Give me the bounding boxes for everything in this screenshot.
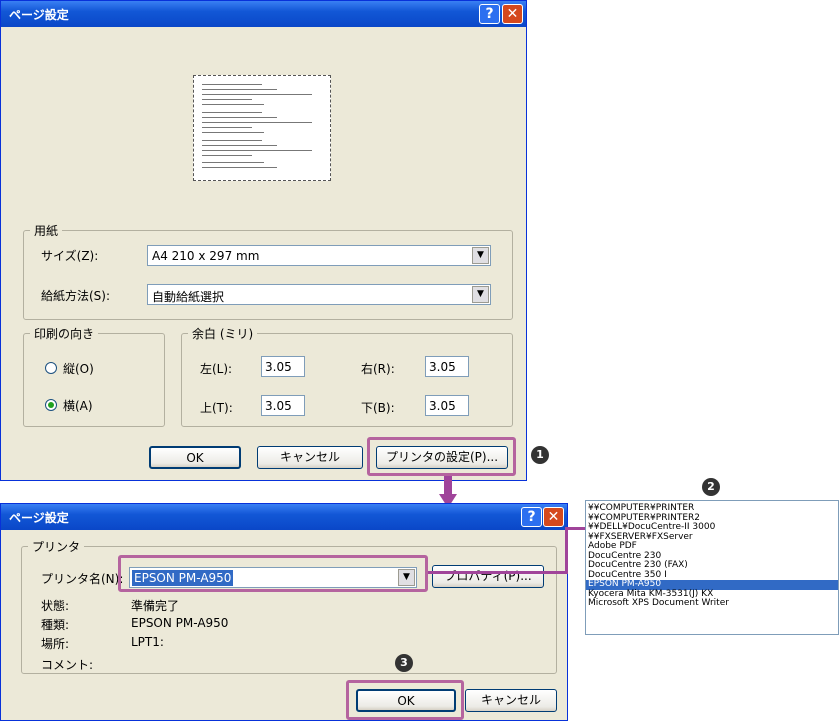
landscape-radio[interactable] bbox=[45, 399, 57, 411]
dialog-title: ページ設定 bbox=[9, 8, 69, 22]
step-2-badge: 2 bbox=[702, 478, 720, 496]
chevron-down-icon[interactable]: ▼ bbox=[472, 286, 489, 303]
bottom-margin-value: 3.05 bbox=[429, 399, 456, 413]
source-label: 給紙方法(S): bbox=[41, 289, 111, 303]
page-setup-printer-dialog: ページ設定 ? ✕ プリンタ プリンタ名(N): EPSON PM-A950 ▼… bbox=[0, 503, 568, 721]
bottom-margin-label: 下(B): bbox=[361, 401, 395, 415]
type-value: EPSON PM-A950 bbox=[131, 616, 229, 630]
location-value: LPT1: bbox=[131, 635, 164, 649]
help-button[interactable]: ? bbox=[479, 4, 500, 24]
ok-highlight bbox=[346, 680, 464, 720]
orientation-legend: 印刷の向き bbox=[30, 325, 99, 342]
paper-source-value: 自動給紙選択 bbox=[152, 290, 225, 304]
paper-size-value: A4 210 x 297 mm bbox=[152, 249, 260, 263]
paper-size-select[interactable]: A4 210 x 297 mm ▼ bbox=[147, 245, 491, 266]
printer-settings-highlight bbox=[367, 437, 516, 476]
right-margin-label: 右(R): bbox=[361, 362, 395, 376]
connector-line-3 bbox=[565, 527, 585, 530]
portrait-label[interactable]: 縦(O) bbox=[63, 360, 94, 377]
orientation-group: 印刷の向き bbox=[23, 325, 165, 427]
top-margin-input[interactable]: 3.05 bbox=[261, 395, 305, 416]
cancel-button-2[interactable]: キャンセル bbox=[465, 689, 557, 712]
location-label: 場所: bbox=[41, 637, 70, 651]
printer-list-item[interactable]: Microsoft XPS Document Writer bbox=[586, 598, 838, 609]
size-label: サイズ(Z): bbox=[41, 249, 99, 263]
paper-source-select[interactable]: 自動給紙選択 ▼ bbox=[147, 284, 491, 305]
paper-group: 用紙 bbox=[23, 222, 513, 320]
close-button-2[interactable]: ✕ bbox=[543, 507, 564, 527]
chevron-down-icon[interactable]: ▼ bbox=[472, 247, 489, 264]
properties-button[interactable]: プロパティ(P)... bbox=[432, 565, 544, 588]
title-bar[interactable]: ページ設定 ? ✕ bbox=[1, 1, 526, 27]
printer-dropdown-list[interactable]: ¥¥COMPUTER¥PRINTER ¥¥COMPUTER¥PRINTER2 ¥¥D… bbox=[585, 500, 839, 635]
top-margin-value: 3.05 bbox=[265, 399, 292, 413]
printer-name-highlight bbox=[118, 555, 428, 592]
type-label: 種類: bbox=[41, 618, 70, 632]
step-1-badge: 1 bbox=[531, 446, 549, 464]
right-margin-input[interactable]: 3.05 bbox=[425, 356, 469, 377]
comment-label: コメント: bbox=[41, 658, 94, 672]
ok-button[interactable]: OK bbox=[149, 446, 241, 469]
portrait-radio[interactable] bbox=[45, 362, 57, 374]
left-margin-input[interactable]: 3.05 bbox=[261, 356, 305, 377]
printer-name-label: プリンタ名(N): bbox=[41, 572, 124, 586]
margins-legend: 余白 (ミリ) bbox=[188, 325, 258, 342]
cancel-button[interactable]: キャンセル bbox=[257, 446, 363, 469]
title-bar-2[interactable]: ページ設定 ? ✕ bbox=[1, 504, 567, 530]
status-value: 準備完了 bbox=[131, 599, 180, 613]
close-button[interactable]: ✕ bbox=[502, 4, 523, 24]
paper-legend: 用紙 bbox=[30, 222, 63, 239]
bottom-margin-input[interactable]: 3.05 bbox=[425, 395, 469, 416]
page-preview bbox=[193, 75, 331, 181]
left-margin-value: 3.05 bbox=[265, 360, 292, 374]
step-3-badge: 3 bbox=[395, 654, 413, 672]
status-label: 状態: bbox=[41, 599, 70, 613]
dialog-title-2: ページ設定 bbox=[9, 511, 69, 525]
right-margin-value: 3.05 bbox=[429, 360, 456, 374]
left-margin-label: 左(L): bbox=[200, 362, 233, 376]
help-button-2[interactable]: ? bbox=[521, 507, 542, 527]
connector-line-2 bbox=[565, 527, 568, 574]
printer-legend: プリンタ bbox=[28, 538, 85, 555]
landscape-label[interactable]: 横(A) bbox=[63, 397, 93, 414]
connector-line bbox=[428, 571, 568, 574]
page-setup-dialog: ページ設定 ? ✕ 用紙 サイズ(Z): A4 210 x 297 mm ▼ 給… bbox=[0, 0, 527, 481]
top-margin-label: 上(T): bbox=[200, 401, 233, 415]
